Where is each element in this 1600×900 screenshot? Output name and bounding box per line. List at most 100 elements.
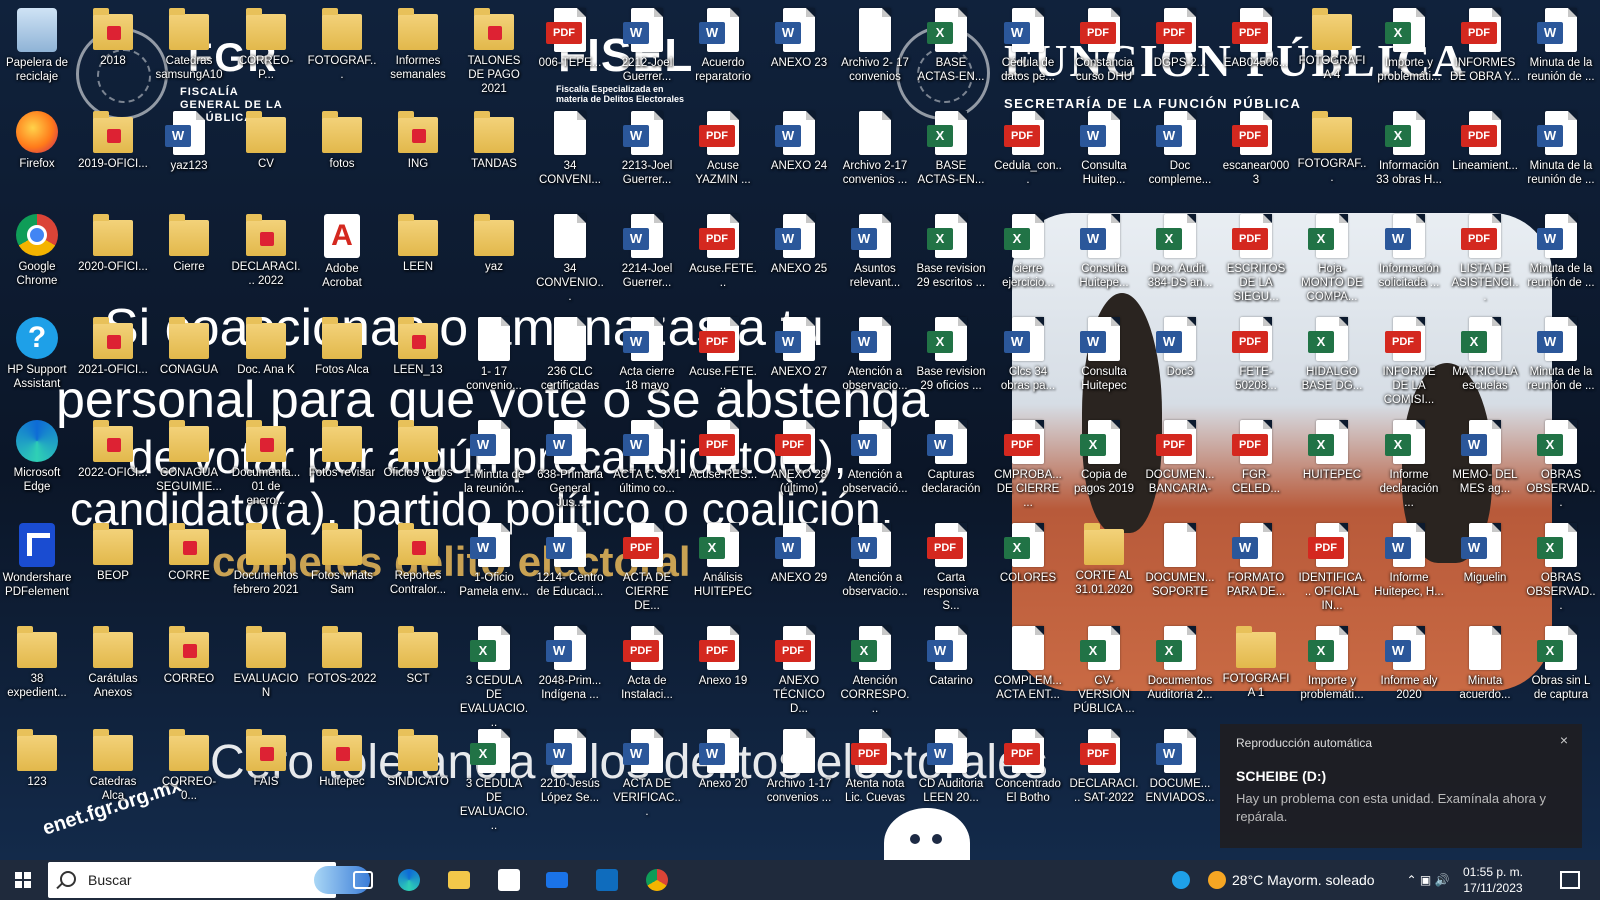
- desktop-icon[interactable]: 34 CONVENI...: [535, 105, 605, 203]
- desktop-icon[interactable]: PDF Anexo 19: [688, 620, 758, 718]
- desktop-icon[interactable]: Fotos Alca: [307, 311, 377, 409]
- desktop-icon[interactable]: PDF Atenta nota Lic. Cuevas: [840, 723, 910, 821]
- desktop-icon[interactable]: PDF Acuse.FETE...: [688, 311, 758, 409]
- desktop-icon[interactable]: DOCUMEN... SOPORTE: [1145, 517, 1215, 615]
- desktop-icon[interactable]: PDF EAB04506...: [1221, 2, 1291, 100]
- desktop-icon[interactable]: W Atención a observació...: [840, 414, 910, 512]
- desktop-icon[interactable]: Cierre: [154, 208, 224, 306]
- desktop-icon[interactable]: W Anexo 20: [688, 723, 758, 821]
- desktop-icon[interactable]: W Cédula de datos pe...: [993, 2, 1063, 100]
- desktop-icon[interactable]: CORRE: [154, 517, 224, 615]
- desktop-icon[interactable]: FOTOS-2022: [307, 620, 377, 718]
- desktop-icon[interactable]: X Información 33 obras H...: [1374, 105, 1444, 203]
- desktop-icon[interactable]: PDF DOCUMEN... BANCARIA-: [1145, 414, 1215, 512]
- desktop-icon[interactable]: 2019-OFICI...: [78, 105, 148, 203]
- desktop-icon[interactable]: FAIS: [231, 723, 301, 821]
- desktop-icon[interactable]: X BASE ACTAS-EN...: [916, 105, 986, 203]
- desktop-icon[interactable]: COMPLEM... ACTA ENT...: [993, 620, 1063, 718]
- desktop-icon[interactable]: W Informe Huitepec, H...: [1374, 517, 1444, 615]
- store-button[interactable]: [492, 860, 526, 900]
- desktop-icon[interactable]: X Copia de pagos 2019: [1069, 414, 1139, 512]
- desktop-icon[interactable]: CONAGUA: [154, 311, 224, 409]
- desktop-icon[interactable]: SCT: [383, 620, 453, 718]
- desktop-icon[interactable]: W FORMATO PARA DE...: [1221, 517, 1291, 615]
- desktop-icon[interactable]: X Atención CORRESPO...: [840, 620, 910, 718]
- desktop-icon[interactable]: A Adobe Acrobat: [307, 208, 377, 306]
- desktop-icon[interactable]: Huitepec: [307, 723, 377, 821]
- desktop-icon[interactable]: PDF DECLARACI... SAT-2022: [1069, 723, 1139, 821]
- mail-button[interactable]: [540, 860, 574, 900]
- desktop-icon[interactable]: yaz: [459, 208, 529, 306]
- desktop-icon[interactable]: W Minuta de la reunión de ...: [1526, 311, 1596, 409]
- desktop-icon[interactable]: FOTOGRAF...: [1297, 105, 1367, 203]
- desktop-icon[interactable]: PDF IDENTIFICA... OFICIAL IN...: [1297, 517, 1367, 615]
- task-view-button[interactable]: [346, 860, 380, 900]
- desktop-icon[interactable]: X Hoja-MONTO DE COMPA...: [1297, 208, 1367, 306]
- desktop-icon[interactable]: W Clcs 34 obras pa...: [993, 311, 1063, 409]
- desktop-icon[interactable]: X Importe y problemáti...: [1374, 2, 1444, 100]
- desktop-icon[interactable]: W MEMO- DEL MES ag...: [1450, 414, 1520, 512]
- desktop-icon[interactable]: W 2212-Joel Guerrer...: [612, 2, 682, 100]
- desktop-icon[interactable]: Xcierre ejercicio...: [993, 208, 1063, 306]
- desktop-icon[interactable]: FOTOGRAFIA 4: [1297, 2, 1367, 100]
- desktop-icon[interactable]: PDF INFORMES DE OBRA Y...: [1450, 2, 1520, 100]
- desktop-icon[interactable]: DECLARACI... 2022: [231, 208, 301, 306]
- desktop-icon[interactable]: PDF Cedula_con...: [993, 105, 1063, 203]
- desktop-icon[interactable]: W Consulta Huitepec: [1069, 311, 1139, 409]
- desktop-icon[interactable]: W Información solicitada ...: [1374, 208, 1444, 306]
- desktop-icon[interactable]: Carátulas Anexos: [78, 620, 148, 718]
- desktop-icon[interactable]: PDF Lineamient...: [1450, 105, 1520, 203]
- desktop-icon[interactable]: PDF ANEXO 28 (último): [764, 414, 834, 512]
- desktop-icon[interactable]: W DOCUME... ENVIADOS...: [1145, 723, 1215, 821]
- desktop-icon[interactable]: Google Chrome: [2, 208, 72, 306]
- desktop-icon[interactable]: Microsoft Edge: [2, 414, 72, 512]
- desktop-icon[interactable]: ING: [383, 105, 453, 203]
- desktop-icon[interactable]: W Atención a observacio...: [840, 311, 910, 409]
- desktop-icon[interactable]: W Minuta de la reunión de ...: [1526, 105, 1596, 203]
- desktop-icon[interactable]: Fotos revisar: [307, 414, 377, 512]
- desktop-icon[interactable]: W 2210-Jesús López Se...: [535, 723, 605, 821]
- desktop-icon[interactable]: W Miguelin: [1450, 517, 1520, 615]
- clock[interactable]: 01:55 p. m. 17/11/2023: [1448, 860, 1538, 900]
- desktop-icon[interactable]: CORREO-0...: [154, 723, 224, 821]
- desktop-icon[interactable]: W ANEXO 29: [764, 517, 834, 615]
- desktop-icon[interactable]: W ANEXO 25: [764, 208, 834, 306]
- start-button[interactable]: [0, 860, 46, 900]
- desktop-icon[interactable]: Reportes Contralor...: [383, 517, 453, 615]
- edge-taskbar-button[interactable]: [392, 860, 426, 900]
- desktop-icon[interactable]: X BASE ACTAS-EN...: [916, 2, 986, 100]
- desktop-icon[interactable]: Minuta acuerdo...: [1450, 620, 1520, 718]
- autoplay-notification[interactable]: Reproducción automática × SCHEIBE (D:) H…: [1220, 724, 1582, 848]
- desktop-icon[interactable]: Oficios varios: [383, 414, 453, 512]
- desktop-icon[interactable]: PDF Acuse.FETE...: [688, 208, 758, 306]
- desktop-icon[interactable]: W 2048-Prim... Indígena ...: [535, 620, 605, 718]
- desktop-icon[interactable]: PDF DGPS-2...: [1145, 2, 1215, 100]
- desktop-icon[interactable]: Documentos febrero 2021: [231, 517, 301, 615]
- desktop-icon[interactable]: CONAGUA SEGUIMIE...: [154, 414, 224, 512]
- desktop-icon[interactable]: W Informe aly 2020: [1374, 620, 1444, 718]
- desktop-icon[interactable]: X CV-VERSIÓN PÚBLICA ...: [1069, 620, 1139, 718]
- desktop-icon[interactable]: 2021-OFICI...: [78, 311, 148, 409]
- desktop-icon[interactable]: Catedras Alca: [78, 723, 148, 821]
- desktop-icon[interactable]: X 3 CEDULA DE EVALUACIO...: [459, 620, 529, 729]
- desktop-icon[interactable]: 38 expedient...: [2, 620, 72, 718]
- desktop-icon[interactable]: W Doc compleme...: [1145, 105, 1215, 203]
- desktop-icon[interactable]: PDF 006-TEPE...: [535, 2, 605, 100]
- desktop-icon[interactable]: PDF CMPROBA... DE CIERRE ...: [993, 414, 1063, 512]
- desktop-icon[interactable]: BEOP: [78, 517, 148, 615]
- desktop-icon[interactable]: W 1-Oficio Pamela env...: [459, 517, 529, 615]
- desktop-icon[interactable]: PDF Concentrado El Botho: [993, 723, 1063, 821]
- desktop-icon[interactable]: PDF Carta responsiva S...: [916, 517, 986, 615]
- help-tray-button[interactable]: [1166, 860, 1196, 900]
- desktop-icon[interactable]: 1- 17 convenio...: [459, 311, 529, 409]
- desktop-icon[interactable]: TALONES DE PAGO 2021: [459, 2, 529, 100]
- desktop-icon[interactable]: X Análisis HUITEPEC: [688, 517, 758, 615]
- desktop-icon[interactable]: W 1214- Centro de Educaci...: [535, 517, 605, 615]
- desktop-icon[interactable]: Archivo 2- 17 convenios: [840, 2, 910, 100]
- desktop-icon[interactable]: LEEN: [383, 208, 453, 306]
- network-icon[interactable]: ▣: [1420, 873, 1431, 887]
- search-box[interactable]: Buscar: [48, 862, 370, 898]
- desktop-icon[interactable]: X 3 CEDULA DE EVALUACIO...: [459, 723, 529, 832]
- chrome-taskbar-button[interactable]: [640, 860, 674, 900]
- desktop-icon[interactable]: PDF ESCRITOS DE LA SIEGU...: [1221, 208, 1291, 306]
